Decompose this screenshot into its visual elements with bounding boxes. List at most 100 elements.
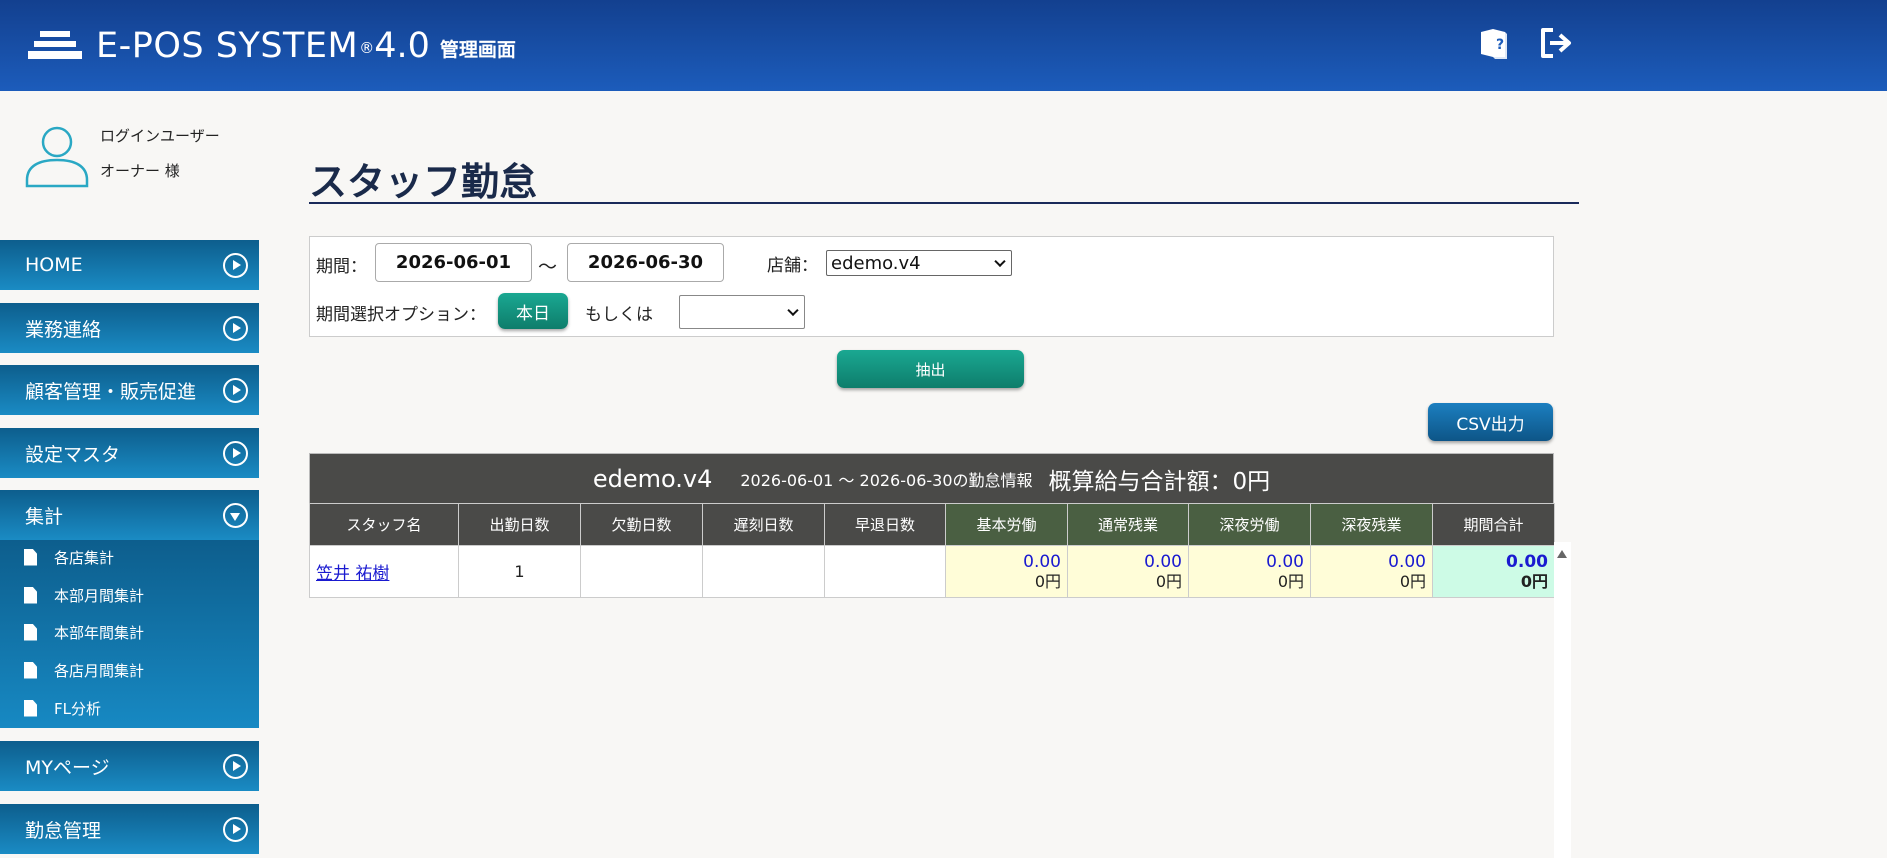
- cell-hours: 0.00: [1023, 551, 1061, 572]
- sidebar-item-label: MYページ: [25, 756, 110, 779]
- attendance-table: edemo.v4 2026-06-01 ～ 2026-06-30の勤怠情報 概算…: [309, 453, 1555, 598]
- cell-hours: 0.00: [1144, 551, 1182, 572]
- table-total-text: 概算給与合計額：0円: [1048, 468, 1271, 495]
- column-header-period-total: 期間合計: [1432, 503, 1555, 546]
- cell-yen: 0円: [1520, 571, 1548, 591]
- column-header-night-overtime: 深夜残業: [1310, 503, 1433, 546]
- cell-yen: 0円: [1034, 571, 1061, 591]
- csv-export-button[interactable]: CSV出力: [1428, 403, 1553, 441]
- title-divider: [309, 202, 1579, 204]
- submenu-item-label: FL分析: [54, 699, 101, 718]
- chevron-down-icon: [223, 503, 248, 528]
- store-label: 店舗：: [767, 256, 818, 276]
- today-button[interactable]: 本日: [498, 293, 568, 329]
- period-label: 期間：: [316, 257, 367, 277]
- chevron-down-icon: [994, 255, 1006, 268]
- chevron-right-icon: [223, 817, 248, 842]
- table-store-name: edemo.v4: [592, 464, 713, 493]
- table-period-text: 2026-06-01 ～ 2026-06-30の勤怠情報: [740, 470, 1033, 490]
- sidebar-item-customer-management[interactable]: 顧客管理・販売促進: [0, 365, 259, 415]
- sidebar-item-business-contact[interactable]: 業務連絡: [0, 303, 259, 353]
- sidebar-item-label: 勤怠管理: [25, 819, 102, 842]
- login-user-name: オーナー 様: [100, 162, 180, 180]
- date-from-input[interactable]: [375, 243, 532, 282]
- sidebar-item-label: 設定マスタ: [25, 443, 121, 466]
- cell-period-total: 0.00 0円: [1432, 545, 1555, 598]
- logo[interactable]: E-POS SYSTEM ® 4.0 管理画面: [28, 24, 516, 68]
- filter-panel: 期間： ～ 店舗： edemo.v4 期間選択オプション： 本日 もしくは: [309, 236, 1554, 337]
- document-icon: [24, 699, 37, 717]
- column-header-staff: スタッフ名: [309, 503, 459, 546]
- submenu-item-hq-monthly[interactable]: 本部月間集計: [24, 583, 144, 607]
- cell-attend-days: 1: [458, 545, 581, 598]
- chevron-right-icon: [223, 754, 248, 779]
- table-row: 笠井 祐樹 1 0.00 0円 0.00 0円 0.00 0円 0.00 0円 …: [309, 545, 1555, 598]
- cell-late-days: [702, 545, 825, 598]
- cell-hours: 0.00: [1388, 551, 1426, 572]
- cell-night-overtime: 0.00 0円: [1310, 545, 1433, 598]
- login-user-label: ログインユーザー: [100, 127, 220, 145]
- period-option-label: 期間選択オプション：: [316, 305, 486, 325]
- svg-text:?: ?: [1496, 37, 1504, 53]
- cell-early-days: [824, 545, 946, 598]
- logo-mark-icon: [28, 31, 82, 61]
- period-option-select[interactable]: [679, 295, 805, 329]
- column-header-late-days: 遅刻日数: [702, 503, 825, 546]
- chevron-right-icon: [223, 441, 248, 466]
- column-header-basic: 基本労働: [945, 503, 1068, 546]
- cell-staff: 笠井 祐樹: [309, 545, 459, 598]
- sidebar-item-aggregation[interactable]: 集計: [0, 490, 259, 540]
- logo-text: E-POS SYSTEM: [96, 26, 359, 66]
- cell-hours: 0.00: [1506, 551, 1548, 572]
- login-user-box: ログインユーザー オーナー 様: [24, 122, 254, 192]
- submenu-item-fl-analysis[interactable]: FL分析: [24, 696, 101, 720]
- cell-yen: 0円: [1399, 571, 1426, 591]
- submenu-item-store-monthly[interactable]: 各店月間集計: [24, 658, 144, 682]
- cell-basic: 0.00 0円: [945, 545, 1068, 598]
- column-header-attend-days: 出勤日数: [458, 503, 581, 546]
- sidebar-item-home[interactable]: HOME: [0, 240, 259, 290]
- sidebar-item-mypage[interactable]: MYページ: [0, 741, 259, 791]
- logo-subtitle: 管理画面: [439, 38, 516, 61]
- sidebar-item-label: 顧客管理・販売促進: [25, 380, 197, 403]
- column-header-overtime: 通常残業: [1067, 503, 1189, 546]
- logout-icon[interactable]: [1538, 26, 1572, 60]
- user-icon: [25, 126, 89, 188]
- cell-absent-days: [580, 545, 703, 598]
- logo-version: 4.0: [374, 26, 430, 66]
- submenu-item-label: 各店月間集計: [54, 661, 145, 680]
- submenu-item-store-aggregation[interactable]: 各店集計: [24, 545, 114, 569]
- submenu-item-hq-yearly[interactable]: 本部年間集計: [24, 620, 144, 644]
- aggregation-submenu: 各店集計 本部月間集計 本部年間集計 各店月間集計 FL分析: [0, 540, 259, 728]
- help-book-icon[interactable]: ?: [1477, 26, 1511, 60]
- sidebar-item-label: 業務連絡: [25, 318, 102, 341]
- page-title: スタッフ勤怠: [309, 160, 538, 204]
- store-select[interactable]: edemo.v4: [826, 250, 1012, 276]
- extract-button[interactable]: 抽出: [837, 350, 1024, 388]
- cell-yen: 0円: [1277, 571, 1304, 591]
- chevron-right-icon: [223, 253, 248, 278]
- cell-overtime: 0.00 0円: [1067, 545, 1189, 598]
- period-tilde: ～: [538, 256, 558, 278]
- sidebar-item-settings-master[interactable]: 設定マスタ: [0, 428, 259, 478]
- date-to-input[interactable]: [567, 243, 724, 282]
- staff-name-link[interactable]: 笠井 祐樹: [310, 564, 389, 584]
- sidebar-item-attendance[interactable]: 勤怠管理: [0, 804, 259, 854]
- sidebar-item-label: 集計: [25, 505, 64, 528]
- scroll-up-arrow-icon[interactable]: [1557, 550, 1567, 558]
- cell-hours: 0.00: [1266, 551, 1304, 572]
- document-icon: [24, 623, 37, 641]
- cell-yen: 0円: [1155, 571, 1182, 591]
- chevron-right-icon: [223, 316, 248, 341]
- document-icon: [24, 586, 37, 604]
- column-header-absent-days: 欠勤日数: [580, 503, 703, 546]
- chevron-down-icon: [787, 304, 799, 317]
- top-header: E-POS SYSTEM ® 4.0 管理画面 ?: [0, 0, 1887, 91]
- submenu-item-label: 本部年間集計: [54, 623, 145, 642]
- table-scrollbar[interactable]: [1554, 542, 1571, 858]
- store-select-value: edemo.v4: [831, 252, 921, 274]
- cell-night: 0.00 0円: [1188, 545, 1311, 598]
- submenu-item-label: 各店集計: [54, 548, 115, 567]
- chevron-right-icon: [223, 378, 248, 403]
- logo-registered-mark: ®: [359, 39, 375, 57]
